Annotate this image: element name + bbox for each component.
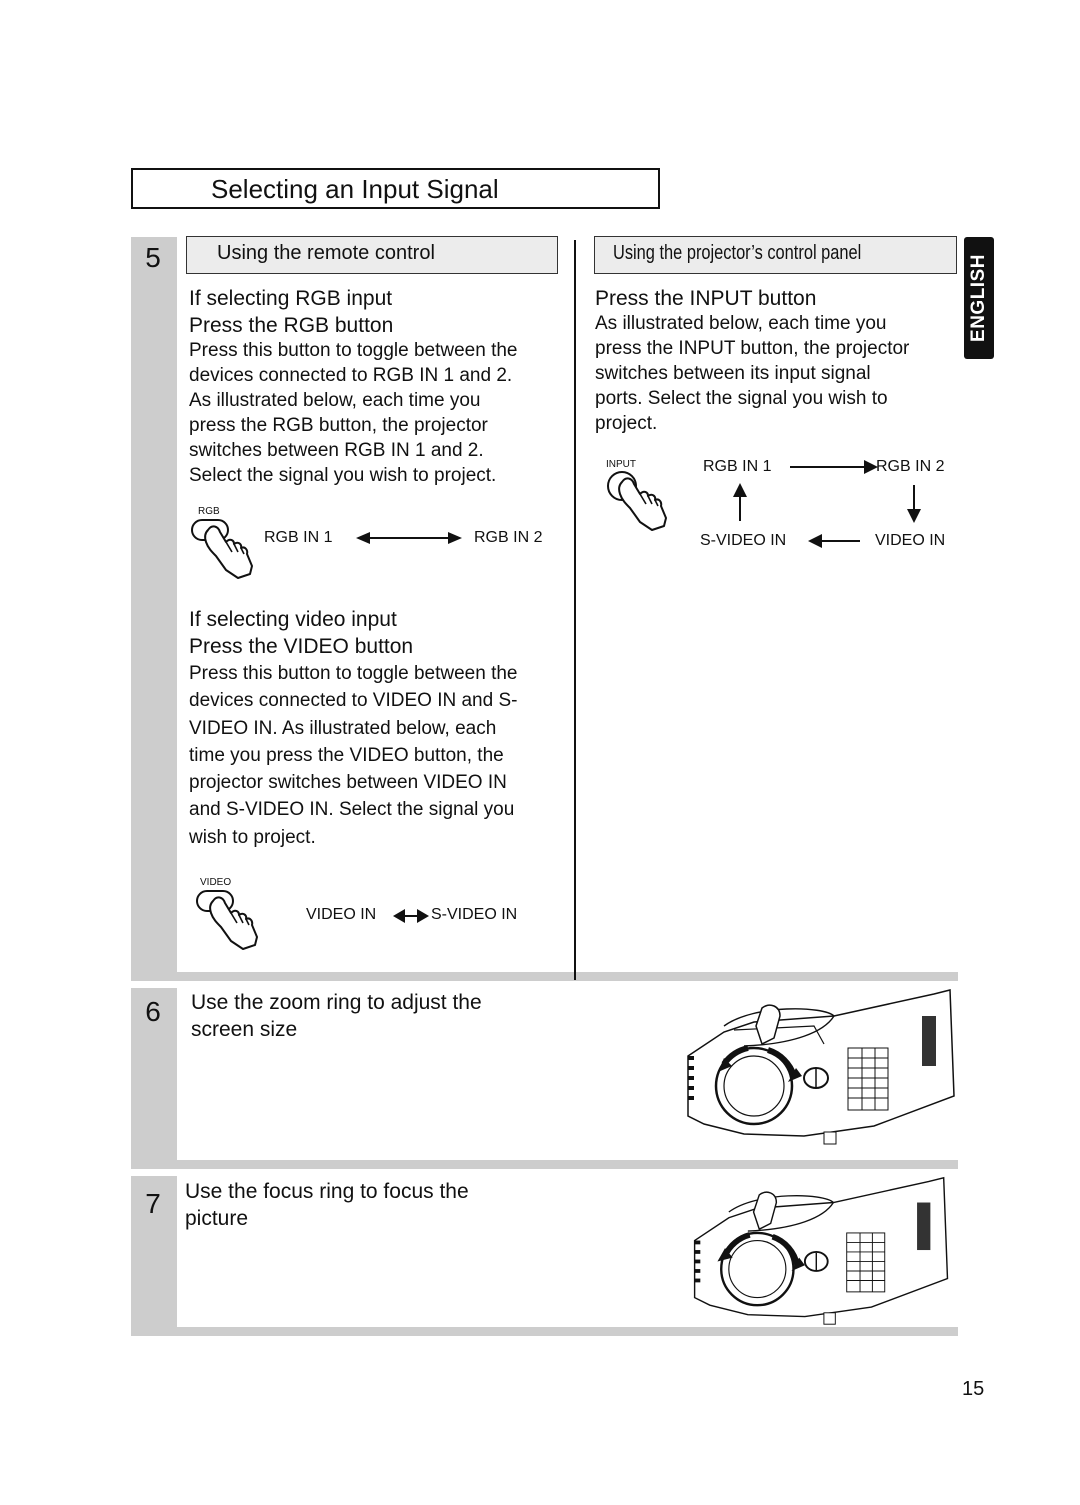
video-desc-line: VIDEO IN. As illustrated below, each: [189, 717, 497, 739]
video-desc-line: projector switches between VIDEO IN: [189, 772, 507, 794]
step5-number: 5: [145, 242, 161, 273]
video-diagram-right: S-VIDEO IN: [431, 906, 518, 923]
video-diagram-left: VIDEO IN: [306, 906, 377, 923]
input-description: As illustrated below, each time you pres…: [595, 311, 909, 436]
rgb-desc-line: devices connected to RGB IN 1 and 2.: [189, 365, 513, 386]
video-condition-line: If selecting video input: [189, 608, 397, 631]
video-desc-line: time you press the VIDEO button, the: [189, 744, 504, 766]
language-tab: ENGLISH: [964, 237, 994, 359]
step7-bottom-band: [131, 1327, 958, 1336]
video-condition: If selecting video input Press the VIDEO…: [189, 606, 413, 660]
remote-control-heading-box: Using the remote control: [186, 236, 558, 274]
control-panel-heading: Using the projector’s control panel: [613, 242, 862, 264]
step5-sidebar: [131, 237, 177, 981]
control-panel-heading-box: Using the projector’s control panel: [594, 236, 957, 274]
step5-bottom-band: [131, 972, 958, 981]
cycle-arrows-icon: [733, 460, 921, 548]
projector-focus-ring-illustration: [693, 1176, 949, 1325]
projector-zoom-ring-illustration: [687, 989, 955, 1145]
rgb-desc-line: Select the signal you wish to project.: [189, 465, 497, 486]
rgb-instruction: Press the RGB button: [189, 314, 394, 337]
hand-press-input-icon: [607, 471, 667, 531]
rgb-description: Press this button to toggle between the …: [189, 338, 518, 488]
step7-text: Use the focus ring to focus the picture: [185, 1178, 469, 1232]
rgb-desc-line: As illustrated below, each time you: [189, 390, 481, 411]
input-instruction: Press the INPUT button: [595, 287, 817, 310]
step6-bottom-band: [131, 1160, 958, 1169]
remote-control-heading: Using the remote control: [217, 242, 435, 264]
step7-text-line: picture: [185, 1207, 249, 1230]
input-desc-line: As illustrated below, each time you: [595, 313, 887, 334]
step6-number: 6: [145, 996, 161, 1027]
rgb-diagram-right: RGB IN 2: [474, 529, 543, 546]
hand-press-video-icon: [196, 890, 258, 950]
section-title-box: Selecting an Input Signal: [131, 168, 660, 209]
section-title: Selecting an Input Signal: [211, 174, 499, 204]
video-desc-line: wish to project.: [189, 826, 316, 848]
step7-text-line: Use the focus ring to focus the: [185, 1180, 469, 1203]
rgb-diagram-left: RGB IN 1: [264, 529, 333, 546]
video-description: Press this button to toggle between the …: [189, 660, 518, 851]
language-tab-label: ENGLISH: [968, 254, 989, 342]
column-divider: [574, 240, 576, 980]
rgb-condition-line: If selecting RGB input: [189, 287, 393, 310]
step6-text-line: Use the zoom ring to adjust the: [191, 991, 482, 1014]
step6-text-line: screen size: [191, 1018, 298, 1041]
step6-text: Use the zoom ring to adjust the screen s…: [191, 989, 482, 1043]
input-desc-line: press the INPUT button, the projector: [595, 338, 910, 359]
rgb-desc-line: Press this button to toggle between the: [189, 340, 518, 361]
rgb-condition: If selecting RGB input Press the RGB but…: [189, 285, 393, 339]
video-desc-line: and S-VIDEO IN. Select the signal you: [189, 799, 515, 821]
input-desc-line: ports. Select the signal you wish to: [595, 388, 888, 409]
input-desc-line: switches between its input signal: [595, 363, 871, 384]
input-desc-line: project.: [595, 413, 658, 434]
video-instruction: Press the VIDEO button: [189, 635, 414, 658]
video-desc-line: Press this button to toggle between the: [189, 663, 518, 684]
page-number: 15: [962, 1378, 985, 1400]
hand-press-rgb-icon: [191, 519, 253, 579]
rgb-desc-line: switches between RGB IN 1 and 2.: [189, 440, 484, 461]
double-arrow-short-icon: [393, 909, 429, 923]
step7-number: 7: [145, 1188, 161, 1219]
video-desc-line: devices connected to VIDEO IN and S-: [189, 690, 518, 712]
double-arrow-icon: [356, 532, 462, 544]
rgb-desc-line: press the RGB button, the projector: [189, 415, 488, 436]
